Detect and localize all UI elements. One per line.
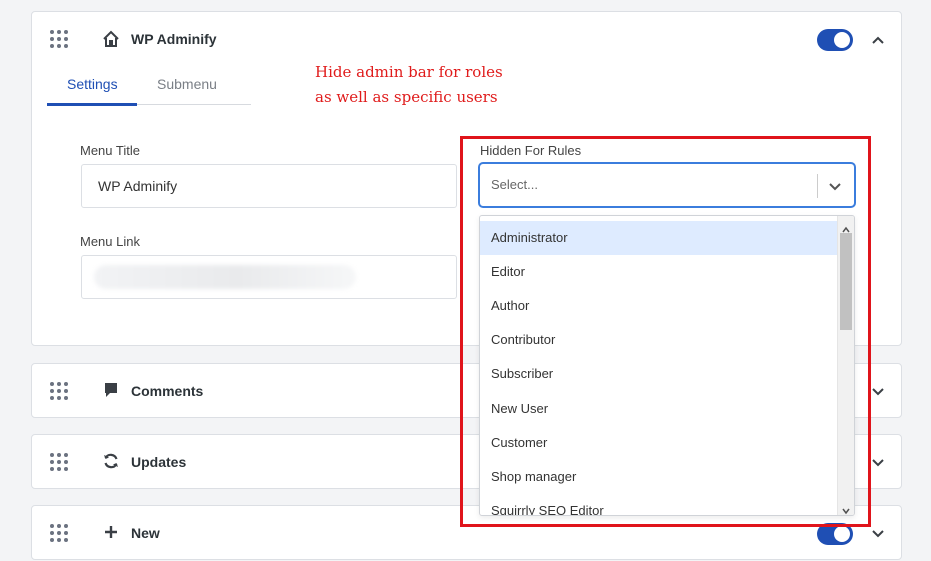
blurred-link-value <box>94 265 356 289</box>
plus-icon <box>102 523 120 541</box>
annotation-highlight-box <box>460 136 871 527</box>
drag-handle-icon[interactable] <box>50 382 70 402</box>
chevron-down-icon[interactable] <box>870 454 886 470</box>
drag-handle-icon[interactable] <box>50 30 70 50</box>
menu-title-label: Menu Title <box>80 143 140 158</box>
drag-handle-icon[interactable] <box>50 453 70 473</box>
home-icon <box>102 30 120 48</box>
chevron-down-icon[interactable] <box>870 525 886 541</box>
tab-submenu[interactable]: Submenu <box>157 76 217 92</box>
menu-link-label: Menu Link <box>80 234 140 249</box>
visibility-toggle[interactable] <box>817 29 853 51</box>
refresh-icon <box>102 452 120 470</box>
annotation-line-1: Hide admin bar for roles <box>315 63 503 81</box>
active-tab-indicator <box>47 103 137 106</box>
panel-title: New <box>131 525 160 541</box>
chevron-up-icon[interactable] <box>870 32 886 48</box>
panel-tabs: Settings Submenu <box>47 68 251 106</box>
menu-title-input[interactable]: WP Adminify <box>81 164 457 208</box>
chevron-down-icon[interactable] <box>870 383 886 399</box>
menu-link-input[interactable] <box>81 255 457 299</box>
comment-icon <box>102 381 120 399</box>
panel-title: WP Adminify <box>131 31 217 47</box>
panel-title: Updates <box>131 454 187 470</box>
annotation-text: Hide admin bar for roles as well as spec… <box>315 60 503 110</box>
drag-handle-icon[interactable] <box>50 524 70 544</box>
annotation-line-2: as well as specific users <box>315 88 498 106</box>
tab-settings[interactable]: Settings <box>67 76 118 92</box>
panel-title: Comments <box>131 383 204 399</box>
